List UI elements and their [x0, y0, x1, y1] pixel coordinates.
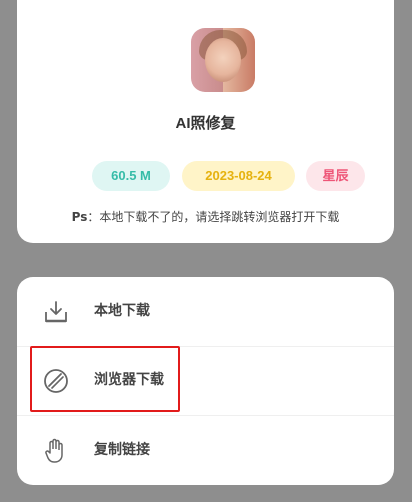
note-text: ：本地下载不了的，请选择跳转浏览器打开下载: [87, 210, 340, 224]
divider: [17, 415, 394, 416]
note-prefix: Ps: [71, 210, 88, 224]
tag-badge: 星辰: [306, 161, 365, 191]
app-name: AI照修复: [175, 115, 236, 132]
local-download-label: 本地下载: [94, 303, 150, 319]
app-icon-face: [205, 38, 241, 82]
highlight-box: [30, 346, 180, 412]
copy-link-option[interactable]: 复制链接: [17, 416, 394, 485]
size-badge: 60.5 M: [92, 161, 170, 191]
date-badge: 2023-08-24: [182, 161, 295, 191]
download-icon: [45, 301, 67, 323]
app-info-card: AI照修复 60.5 M 2023-08-24 星辰 Ps：本地下载不了的，请选…: [17, 0, 394, 243]
copy-link-label: 复制链接: [94, 442, 150, 458]
local-download-option[interactable]: 本地下载: [17, 277, 394, 346]
download-note: Ps：本地下载不了的，请选择跳转浏览器打开下载: [17, 208, 394, 225]
app-icon: [191, 28, 255, 92]
hand-icon: [45, 438, 63, 463]
